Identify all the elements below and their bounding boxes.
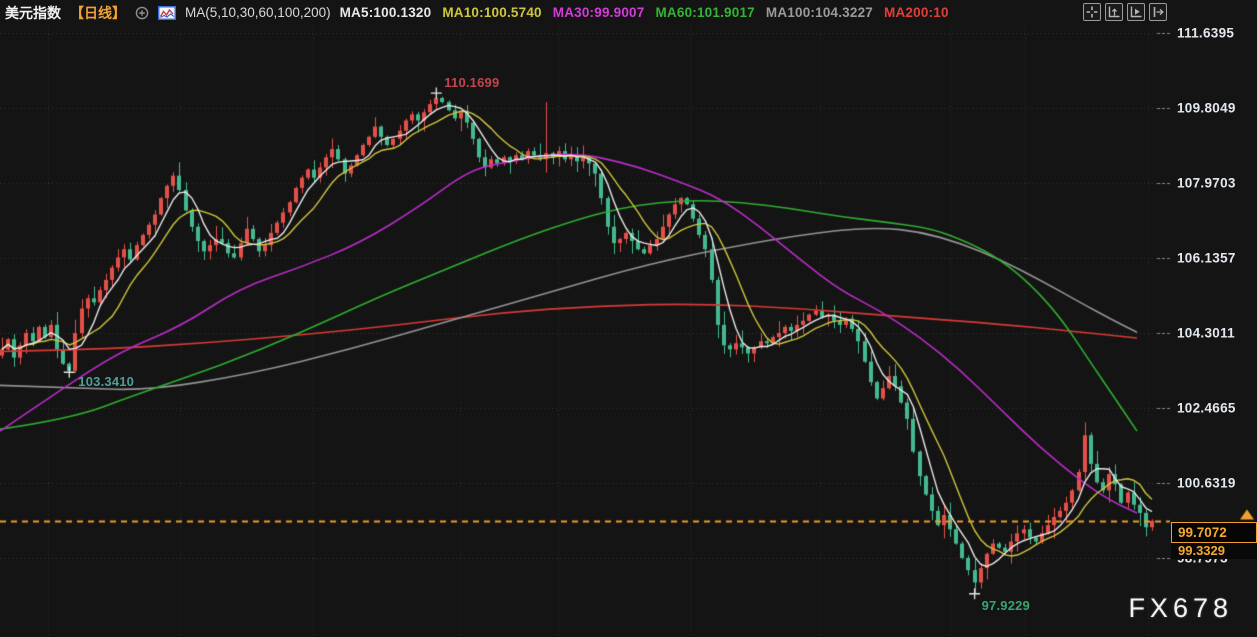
y-axis-label: 106.1357: [1177, 250, 1236, 266]
ma-legend-item: MA10:100.5740: [442, 5, 542, 20]
ma-legend-item: MA30:99.9007: [552, 5, 645, 20]
y-axis-label: 109.8049: [1177, 100, 1236, 116]
secondary-price-badge: 99.3329: [1171, 542, 1257, 559]
annotation-early-low-price: 103.3410: [78, 374, 135, 390]
ma-legend: MA5:100.1320 MA10:100.5740 MA30:99.9007 MA6…: [340, 5, 949, 20]
ma-legend-item: MA60:101.9017: [655, 5, 755, 20]
step-right-icon[interactable]: [1149, 3, 1167, 21]
y-axis-label: 100.6319: [1177, 475, 1236, 491]
timeframe-label[interactable]: 【日线】: [70, 3, 126, 23]
play-forward-icon[interactable]: [1127, 3, 1145, 21]
annotation-trough-price: 97.9229: [981, 597, 1030, 613]
ma-legend-item: MA200:10: [884, 5, 949, 20]
watermark: FX678: [1128, 593, 1233, 623]
y-axis-label: 104.3011: [1177, 325, 1235, 341]
y-axis-label: 107.9703: [1177, 175, 1236, 191]
symbol-name: 美元指数: [5, 4, 61, 21]
annotation-peak-price: 110.1699: [444, 75, 500, 91]
current-price-badge: 99.7072: [1171, 521, 1257, 543]
axis-scale-up-icon[interactable]: [1105, 3, 1123, 21]
expand-circle-icon[interactable]: [135, 6, 149, 20]
chart-header: 美元指数 【日线】 MA(5,10,30,60,100,200) MA5:100…: [0, 0, 1257, 25]
chart-toolbar: [1083, 3, 1167, 21]
y-axis-label: 102.4665: [1177, 400, 1236, 416]
pan-crosshair-icon[interactable]: [1083, 3, 1101, 21]
price-chart-canvas[interactable]: [0, 0, 1257, 637]
ma-legend-item: MA5:100.1320: [339, 5, 432, 20]
ma-group-label: MA(5,10,30,60,100,200): [185, 5, 331, 20]
ma-legend-item: MA100:104.3227: [765, 5, 874, 20]
y-axis-label: 111.6395: [1177, 25, 1235, 41]
mini-chart-icon[interactable]: [158, 5, 176, 20]
